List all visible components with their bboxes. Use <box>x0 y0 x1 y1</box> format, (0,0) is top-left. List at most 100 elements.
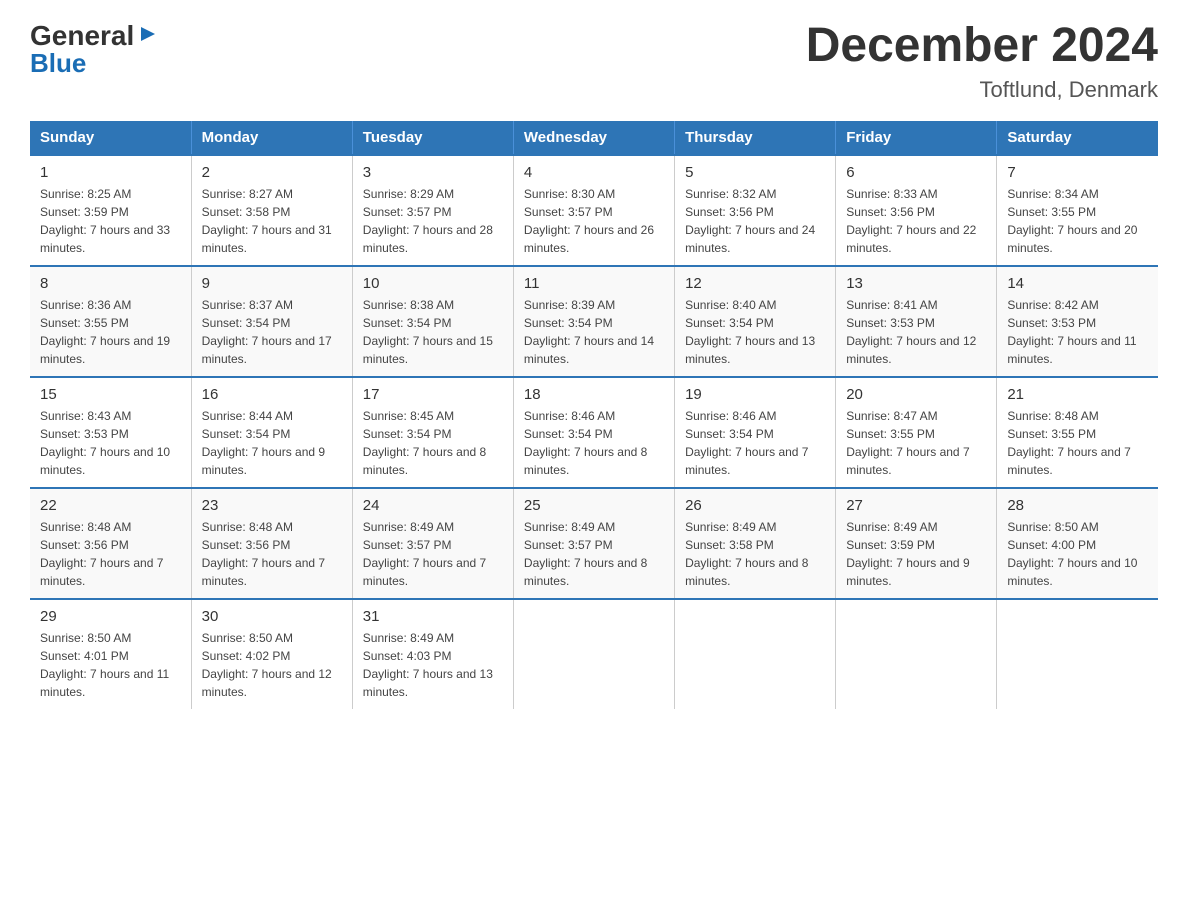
day-info: Sunrise: 8:45 AM Sunset: 3:54 PM Dayligh… <box>363 407 503 479</box>
calendar-cell: 13 Sunrise: 8:41 AM Sunset: 3:53 PM Dayl… <box>836 266 997 377</box>
day-number: 22 <box>40 497 181 514</box>
day-number: 20 <box>846 386 986 403</box>
day-info: Sunrise: 8:50 AM Sunset: 4:01 PM Dayligh… <box>40 629 181 701</box>
day-info: Sunrise: 8:39 AM Sunset: 3:54 PM Dayligh… <box>524 296 664 368</box>
col-header-sunday: Sunday <box>30 121 191 155</box>
calendar-cell: 2 Sunrise: 8:27 AM Sunset: 3:58 PM Dayli… <box>191 155 352 266</box>
calendar-cell: 21 Sunrise: 8:48 AM Sunset: 3:55 PM Dayl… <box>997 377 1158 488</box>
calendar-cell: 14 Sunrise: 8:42 AM Sunset: 3:53 PM Dayl… <box>997 266 1158 377</box>
calendar-cell: 18 Sunrise: 8:46 AM Sunset: 3:54 PM Dayl… <box>513 377 674 488</box>
day-info: Sunrise: 8:36 AM Sunset: 3:55 PM Dayligh… <box>40 296 181 368</box>
day-info: Sunrise: 8:41 AM Sunset: 3:53 PM Dayligh… <box>846 296 986 368</box>
day-number: 27 <box>846 497 986 514</box>
day-info: Sunrise: 8:43 AM Sunset: 3:53 PM Dayligh… <box>40 407 181 479</box>
calendar-table: SundayMondayTuesdayWednesdayThursdayFrid… <box>30 121 1158 709</box>
calendar-cell <box>675 599 836 709</box>
day-number: 14 <box>1007 275 1148 292</box>
day-info: Sunrise: 8:48 AM Sunset: 3:55 PM Dayligh… <box>1007 407 1148 479</box>
calendar-cell: 25 Sunrise: 8:49 AM Sunset: 3:57 PM Dayl… <box>513 488 674 599</box>
day-number: 28 <box>1007 497 1148 514</box>
col-header-saturday: Saturday <box>997 121 1158 155</box>
day-info: Sunrise: 8:49 AM Sunset: 3:58 PM Dayligh… <box>685 518 825 590</box>
day-info: Sunrise: 8:49 AM Sunset: 3:57 PM Dayligh… <box>363 518 503 590</box>
calendar-week-row: 1 Sunrise: 8:25 AM Sunset: 3:59 PM Dayli… <box>30 155 1158 266</box>
calendar-header-row: SundayMondayTuesdayWednesdayThursdayFrid… <box>30 121 1158 155</box>
day-info: Sunrise: 8:27 AM Sunset: 3:58 PM Dayligh… <box>202 185 342 257</box>
day-info: Sunrise: 8:48 AM Sunset: 3:56 PM Dayligh… <box>40 518 181 590</box>
logo: General Blue <box>30 20 159 79</box>
day-number: 24 <box>363 497 503 514</box>
calendar-cell: 11 Sunrise: 8:39 AM Sunset: 3:54 PM Dayl… <box>513 266 674 377</box>
calendar-cell: 12 Sunrise: 8:40 AM Sunset: 3:54 PM Dayl… <box>675 266 836 377</box>
calendar-cell: 7 Sunrise: 8:34 AM Sunset: 3:55 PM Dayli… <box>997 155 1158 266</box>
day-number: 26 <box>685 497 825 514</box>
calendar-cell <box>836 599 997 709</box>
calendar-cell: 30 Sunrise: 8:50 AM Sunset: 4:02 PM Dayl… <box>191 599 352 709</box>
day-number: 1 <box>40 164 181 181</box>
logo-blue: Blue <box>30 48 86 79</box>
calendar-cell: 8 Sunrise: 8:36 AM Sunset: 3:55 PM Dayli… <box>30 266 191 377</box>
day-info: Sunrise: 8:46 AM Sunset: 3:54 PM Dayligh… <box>685 407 825 479</box>
calendar-cell: 3 Sunrise: 8:29 AM Sunset: 3:57 PM Dayli… <box>352 155 513 266</box>
col-header-thursday: Thursday <box>675 121 836 155</box>
day-number: 4 <box>524 164 664 181</box>
day-number: 18 <box>524 386 664 403</box>
day-info: Sunrise: 8:33 AM Sunset: 3:56 PM Dayligh… <box>846 185 986 257</box>
day-info: Sunrise: 8:49 AM Sunset: 4:03 PM Dayligh… <box>363 629 503 701</box>
calendar-cell: 24 Sunrise: 8:49 AM Sunset: 3:57 PM Dayl… <box>352 488 513 599</box>
calendar-cell: 10 Sunrise: 8:38 AM Sunset: 3:54 PM Dayl… <box>352 266 513 377</box>
calendar-cell <box>513 599 674 709</box>
day-info: Sunrise: 8:32 AM Sunset: 3:56 PM Dayligh… <box>685 185 825 257</box>
calendar-week-row: 15 Sunrise: 8:43 AM Sunset: 3:53 PM Dayl… <box>30 377 1158 488</box>
calendar-cell: 31 Sunrise: 8:49 AM Sunset: 4:03 PM Dayl… <box>352 599 513 709</box>
day-info: Sunrise: 8:50 AM Sunset: 4:00 PM Dayligh… <box>1007 518 1148 590</box>
logo-arrow-icon <box>137 23 159 50</box>
day-number: 12 <box>685 275 825 292</box>
day-number: 11 <box>524 275 664 292</box>
day-info: Sunrise: 8:30 AM Sunset: 3:57 PM Dayligh… <box>524 185 664 257</box>
day-info: Sunrise: 8:49 AM Sunset: 3:59 PM Dayligh… <box>846 518 986 590</box>
calendar-week-row: 8 Sunrise: 8:36 AM Sunset: 3:55 PM Dayli… <box>30 266 1158 377</box>
calendar-week-row: 29 Sunrise: 8:50 AM Sunset: 4:01 PM Dayl… <box>30 599 1158 709</box>
calendar-cell: 27 Sunrise: 8:49 AM Sunset: 3:59 PM Dayl… <box>836 488 997 599</box>
day-number: 2 <box>202 164 342 181</box>
day-info: Sunrise: 8:42 AM Sunset: 3:53 PM Dayligh… <box>1007 296 1148 368</box>
day-number: 23 <box>202 497 342 514</box>
calendar-cell: 1 Sunrise: 8:25 AM Sunset: 3:59 PM Dayli… <box>30 155 191 266</box>
calendar-cell: 20 Sunrise: 8:47 AM Sunset: 3:55 PM Dayl… <box>836 377 997 488</box>
day-info: Sunrise: 8:29 AM Sunset: 3:57 PM Dayligh… <box>363 185 503 257</box>
day-info: Sunrise: 8:48 AM Sunset: 3:56 PM Dayligh… <box>202 518 342 590</box>
calendar-cell <box>997 599 1158 709</box>
day-info: Sunrise: 8:46 AM Sunset: 3:54 PM Dayligh… <box>524 407 664 479</box>
calendar-cell: 15 Sunrise: 8:43 AM Sunset: 3:53 PM Dayl… <box>30 377 191 488</box>
calendar-cell: 19 Sunrise: 8:46 AM Sunset: 3:54 PM Dayl… <box>675 377 836 488</box>
title-area: December 2024 Toftlund, Denmark <box>806 20 1158 103</box>
day-number: 30 <box>202 608 342 625</box>
calendar-cell: 17 Sunrise: 8:45 AM Sunset: 3:54 PM Dayl… <box>352 377 513 488</box>
day-number: 29 <box>40 608 181 625</box>
header-area: General Blue December 2024 Toftlund, Den… <box>30 20 1158 103</box>
day-info: Sunrise: 8:37 AM Sunset: 3:54 PM Dayligh… <box>202 296 342 368</box>
day-number: 5 <box>685 164 825 181</box>
calendar-cell: 29 Sunrise: 8:50 AM Sunset: 4:01 PM Dayl… <box>30 599 191 709</box>
calendar-cell: 23 Sunrise: 8:48 AM Sunset: 3:56 PM Dayl… <box>191 488 352 599</box>
day-info: Sunrise: 8:50 AM Sunset: 4:02 PM Dayligh… <box>202 629 342 701</box>
day-number: 3 <box>363 164 503 181</box>
day-number: 21 <box>1007 386 1148 403</box>
day-number: 15 <box>40 386 181 403</box>
day-number: 10 <box>363 275 503 292</box>
calendar-cell: 6 Sunrise: 8:33 AM Sunset: 3:56 PM Dayli… <box>836 155 997 266</box>
day-number: 9 <box>202 275 342 292</box>
calendar-cell: 9 Sunrise: 8:37 AM Sunset: 3:54 PM Dayli… <box>191 266 352 377</box>
col-header-wednesday: Wednesday <box>513 121 674 155</box>
calendar-cell: 5 Sunrise: 8:32 AM Sunset: 3:56 PM Dayli… <box>675 155 836 266</box>
day-number: 7 <box>1007 164 1148 181</box>
calendar-cell: 4 Sunrise: 8:30 AM Sunset: 3:57 PM Dayli… <box>513 155 674 266</box>
day-number: 19 <box>685 386 825 403</box>
day-info: Sunrise: 8:49 AM Sunset: 3:57 PM Dayligh… <box>524 518 664 590</box>
day-number: 17 <box>363 386 503 403</box>
day-number: 25 <box>524 497 664 514</box>
day-number: 31 <box>363 608 503 625</box>
day-info: Sunrise: 8:34 AM Sunset: 3:55 PM Dayligh… <box>1007 185 1148 257</box>
calendar-cell: 26 Sunrise: 8:49 AM Sunset: 3:58 PM Dayl… <box>675 488 836 599</box>
